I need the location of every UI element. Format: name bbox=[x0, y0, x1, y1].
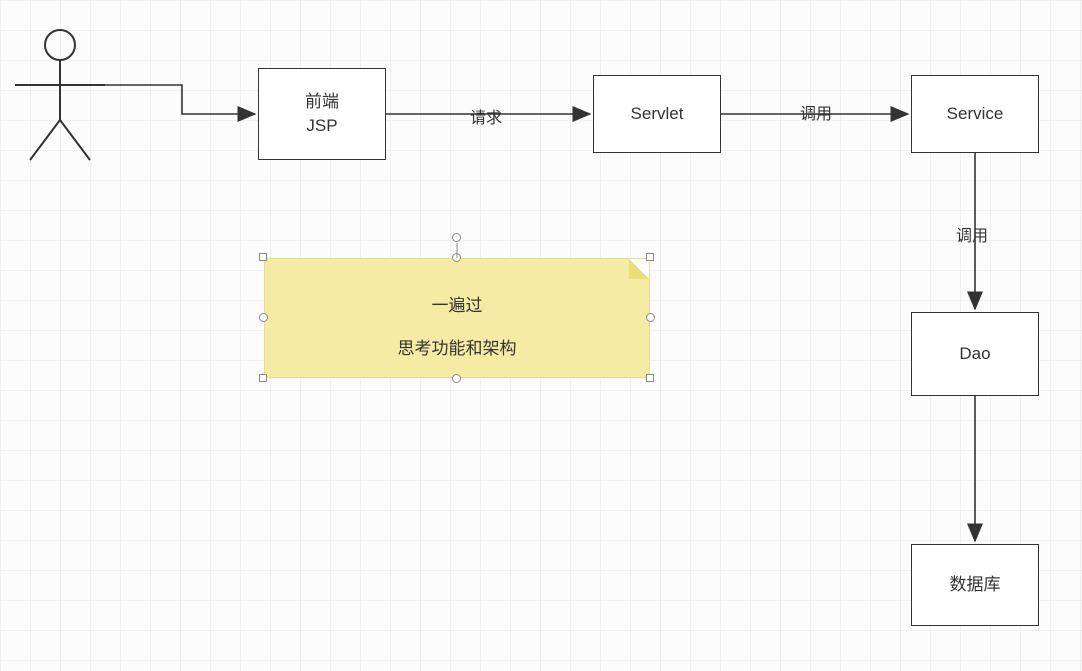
database-label: 数据库 bbox=[950, 573, 1001, 597]
note-line2: 思考功能和架构 bbox=[398, 334, 517, 359]
actor-icon bbox=[10, 25, 110, 165]
servlet-label: Servlet bbox=[631, 102, 684, 126]
selection-handle[interactable] bbox=[259, 253, 267, 261]
selection-handle[interactable] bbox=[259, 374, 267, 382]
selection-handle[interactable] bbox=[646, 374, 654, 382]
dao-label: Dao bbox=[959, 342, 990, 366]
selection-handle[interactable] bbox=[646, 313, 655, 322]
selection-handle[interactable] bbox=[452, 374, 461, 383]
selection-handle[interactable] bbox=[259, 313, 268, 322]
box-dao: Dao bbox=[911, 312, 1039, 396]
frontend-line1: 前端 bbox=[305, 90, 339, 114]
selection-handle[interactable] bbox=[452, 253, 461, 262]
sticky-note[interactable]: 一遍过 思考功能和架构 bbox=[264, 258, 650, 378]
rotate-handle[interactable] bbox=[452, 233, 461, 242]
arrow-label-call-1: 调用 bbox=[800, 100, 832, 124]
box-frontend: 前端 JSP bbox=[258, 68, 386, 160]
service-label: Service bbox=[947, 102, 1004, 126]
frontend-line2: JSP bbox=[306, 114, 337, 138]
arrow-label-call-2: 调用 bbox=[956, 222, 988, 246]
note-corner-icon bbox=[629, 259, 649, 279]
box-servlet: Servlet bbox=[593, 75, 721, 153]
box-database: 数据库 bbox=[911, 544, 1039, 626]
box-service: Service bbox=[911, 75, 1039, 153]
selection-handle[interactable] bbox=[646, 253, 654, 261]
arrow-label-request: 请求 bbox=[470, 104, 502, 128]
note-line1: 一遍过 bbox=[432, 291, 483, 316]
